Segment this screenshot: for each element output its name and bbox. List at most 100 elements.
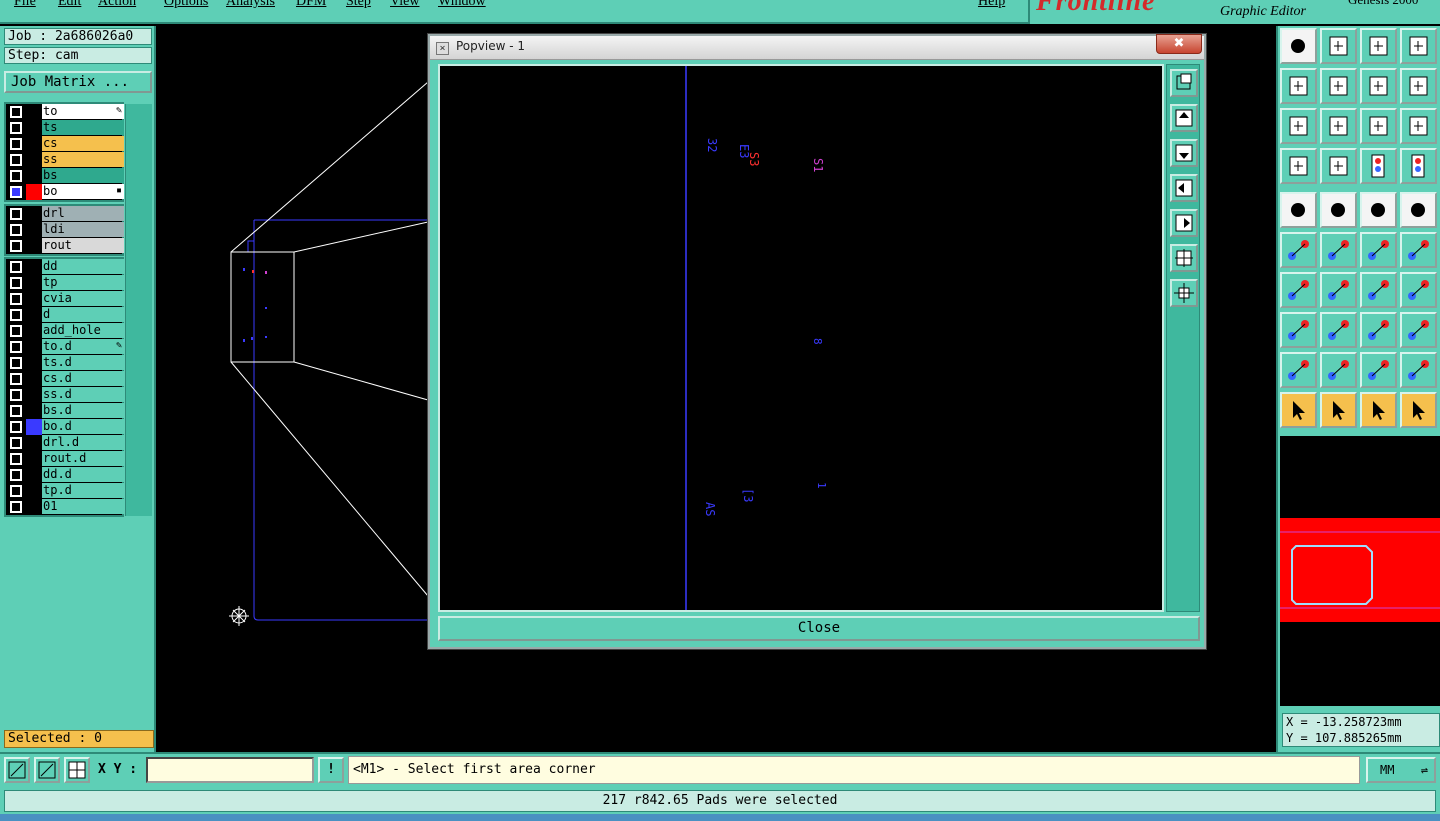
layer-checkbox[interactable] — [10, 224, 22, 236]
move-segment-button[interactable] — [1400, 232, 1437, 268]
zoom-home-button[interactable] — [1280, 108, 1317, 144]
add-surface-button[interactable] — [1400, 192, 1437, 228]
layer-row[interactable]: rout — [6, 238, 124, 254]
layer-checkbox[interactable] — [10, 469, 22, 481]
popview-viewport[interactable]: 32 E3 S3 S1 8 [3 1 AS — [438, 64, 1164, 612]
cut-line-button[interactable] — [1320, 312, 1357, 348]
menu-dfm[interactable]: DFM — [296, 0, 326, 10]
window-close-button[interactable]: ✖ — [1156, 34, 1202, 54]
layer-row[interactable]: bs — [6, 168, 124, 184]
layer-checkbox[interactable] — [10, 357, 22, 369]
select-area-button[interactable] — [1360, 392, 1397, 428]
layer-checkbox[interactable] — [10, 208, 22, 220]
layer-checkbox[interactable] — [10, 170, 22, 182]
move-node-button[interactable] — [1360, 232, 1397, 268]
add-pad-button[interactable] — [1280, 192, 1317, 228]
menu-analysis[interactable]: Analysis — [226, 0, 275, 10]
units-selector[interactable]: MM ⇌ — [1366, 757, 1436, 783]
popview-pan-up-button[interactable] — [1170, 104, 1198, 132]
layer-checkbox[interactable] — [10, 405, 22, 417]
home-step-button[interactable] — [1360, 28, 1397, 64]
graphic-control-button[interactable] — [1280, 148, 1317, 184]
measure-mode-button[interactable] — [34, 757, 60, 783]
window-layout-button[interactable] — [1400, 28, 1437, 64]
menu-options[interactable]: Options — [164, 0, 208, 10]
layer-colors-2-button[interactable] — [1400, 148, 1437, 184]
zoom-1-2-button[interactable] — [1360, 108, 1397, 144]
open-job-button[interactable] — [1280, 28, 1317, 64]
layer-checkbox[interactable] — [10, 373, 22, 385]
rotate-button[interactable] — [1360, 272, 1397, 308]
layer-checkbox[interactable] — [10, 501, 22, 513]
layer-row[interactable]: dd.d — [6, 467, 124, 483]
menu-edit[interactable]: Edit — [58, 0, 81, 10]
menu-window[interactable]: Window — [438, 0, 486, 10]
layer-checkbox[interactable] — [10, 389, 22, 401]
layer-checkbox[interactable] — [10, 240, 22, 252]
layer-row[interactable]: drl — [6, 206, 124, 222]
snap-button[interactable] — [4, 757, 30, 783]
popview-fit-button[interactable] — [1170, 69, 1198, 97]
popview-pan-down-button[interactable] — [1170, 139, 1198, 167]
select-button[interactable] — [1280, 392, 1317, 428]
layer-row[interactable]: bo.d — [6, 419, 124, 435]
layer-checkbox[interactable] — [10, 154, 22, 166]
layer-row[interactable]: to.d ✎ — [6, 339, 124, 355]
layer-row[interactable]: ts.d — [6, 355, 124, 371]
layer-checkbox[interactable] — [10, 293, 22, 305]
grid-display-button[interactable] — [1320, 148, 1357, 184]
edit-line-button[interactable] — [1320, 272, 1357, 308]
menu-action[interactable]: Action — [98, 0, 136, 10]
popview-zoom-in-button[interactable] — [1170, 244, 1198, 272]
layer-row[interactable]: bs.d — [6, 403, 124, 419]
popview-close-button[interactable]: Close — [438, 616, 1200, 641]
layer-checkbox[interactable] — [10, 453, 22, 465]
add-line-button[interactable] — [1320, 192, 1357, 228]
layer-row[interactable]: to ✎ — [6, 104, 124, 120]
chamfer-button[interactable] — [1280, 352, 1317, 388]
menu-step[interactable]: Step — [346, 0, 371, 10]
add-arc-button[interactable] — [1280, 272, 1317, 308]
exclaim-button[interactable]: ! — [318, 757, 344, 783]
layer-row[interactable]: cvia — [6, 291, 124, 307]
layer-row[interactable]: ldi — [6, 222, 124, 238]
measure-ruler-button[interactable] — [1360, 192, 1397, 228]
layer-scrollbar[interactable] — [125, 104, 152, 516]
layer-row[interactable]: cs — [6, 136, 124, 152]
slide-line-button[interactable] — [1400, 352, 1437, 388]
fillet-button[interactable] — [1320, 352, 1357, 388]
add-text-button[interactable] — [1400, 272, 1437, 308]
layer-row[interactable]: rout.d — [6, 451, 124, 467]
select-net-button[interactable] — [1400, 392, 1437, 428]
copy-feature-button[interactable] — [1400, 312, 1437, 348]
layer-row[interactable]: cs.d — [6, 371, 124, 387]
menu-help[interactable]: Help — [978, 0, 1005, 10]
layer-checkbox[interactable] — [10, 437, 22, 449]
popview-pan-right-button[interactable] — [1170, 209, 1198, 237]
zoom-fit-button[interactable] — [1320, 108, 1357, 144]
layer-checkbox[interactable] — [10, 341, 22, 353]
help-button[interactable] — [1400, 108, 1437, 144]
layer-checkbox[interactable] — [10, 309, 22, 321]
save-job-button[interactable] — [1320, 28, 1357, 64]
connect-nodes-button[interactable] — [1280, 232, 1317, 268]
xy-input[interactable] — [146, 757, 314, 783]
layer-row[interactable]: d — [6, 307, 124, 323]
grid-button[interactable] — [64, 757, 90, 783]
align-center-button[interactable] — [1360, 312, 1397, 348]
popview-zoom-out-button[interactable] — [1170, 279, 1198, 307]
layer-checkbox[interactable] — [10, 277, 22, 289]
popview-pan-left-button[interactable] — [1170, 174, 1198, 202]
layer-row[interactable]: bo ▪ — [6, 184, 124, 200]
undo-redo-button[interactable] — [1360, 68, 1397, 104]
layer-checkbox[interactable] — [10, 421, 22, 433]
layer-checkbox[interactable] — [10, 325, 22, 337]
layer-checkbox[interactable] — [10, 106, 22, 118]
layer-row[interactable]: tp — [6, 275, 124, 291]
layer-checkbox[interactable] — [10, 485, 22, 497]
route-tool-button[interactable] — [1400, 68, 1437, 104]
layer-row[interactable]: tp.d — [6, 483, 124, 499]
layer-row[interactable]: 01 — [6, 499, 124, 515]
layer-checkbox[interactable] — [10, 138, 22, 150]
layer-row[interactable]: add_hole — [6, 323, 124, 339]
